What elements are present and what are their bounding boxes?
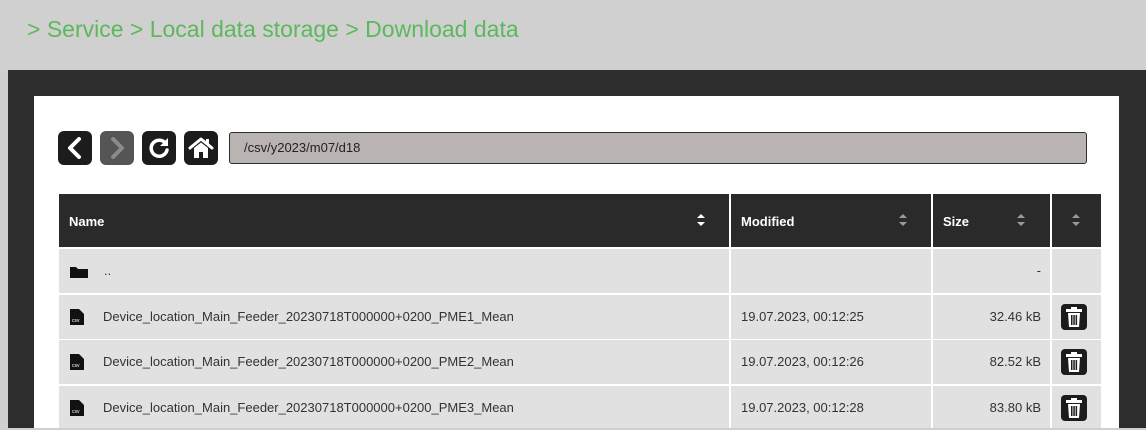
column-header-size[interactable]: Size — [933, 194, 1050, 247]
column-divider — [1050, 340, 1052, 384]
csv-file-icon: csv — [70, 309, 84, 325]
svg-text:csv: csv — [72, 318, 80, 324]
row-size: 83.80 kB — [989, 400, 1041, 415]
svg-text:csv: csv — [72, 409, 80, 415]
trash-icon — [1066, 398, 1082, 418]
column-divider — [1050, 295, 1052, 339]
trash-icon — [1066, 352, 1082, 372]
row-name[interactable]: Device_location_Main_Feeder_20230718T000… — [103, 386, 514, 430]
column-divider — [729, 386, 731, 428]
column-divider — [1050, 249, 1052, 293]
csv-file-icon: csv — [70, 354, 84, 370]
row-name: .. — [104, 263, 112, 278]
top-bar: > Service > Local data storage > Downloa… — [0, 0, 1146, 70]
column-header-actions — [1052, 194, 1101, 247]
sort-icon — [1017, 214, 1025, 226]
trash-icon — [1066, 307, 1082, 327]
breadcrumb: > Service > Local data storage > Downloa… — [27, 16, 519, 42]
column-header-name-label: Name — [69, 214, 105, 229]
table-row[interactable]: csv Device_location_Main_Feeder_20230718… — [59, 386, 1101, 428]
row-modified: 19.07.2023, 00:12:28 — [741, 400, 864, 415]
column-header-name[interactable]: Name — [59, 194, 729, 247]
forward-button[interactable] — [100, 131, 134, 165]
row-size: - — [1036, 263, 1041, 278]
path-input[interactable]: /csv/y2023/m07/d18 — [229, 132, 1087, 164]
back-button[interactable] — [58, 131, 92, 165]
sort-icon — [1072, 214, 1080, 226]
row-modified: 19.07.2023, 00:12:26 — [741, 354, 864, 369]
folder-icon — [70, 267, 88, 278]
column-divider — [1050, 386, 1052, 428]
table-row[interactable]: csv Device_location_Main_Feeder_20230718… — [59, 340, 1101, 384]
row-name[interactable]: Device_location_Main_Feeder_20230718T000… — [103, 295, 514, 339]
delete-button[interactable] — [1061, 349, 1087, 375]
row-size: 82.52 kB — [989, 354, 1041, 369]
column-header-size-label: Size — [943, 214, 970, 229]
chevron-left-icon — [68, 137, 81, 159]
table-row-parent[interactable]: .. - — [59, 249, 1101, 293]
home-button[interactable] — [184, 131, 218, 165]
sort-icon — [697, 214, 705, 226]
table-row[interactable]: csv Device_location_Main_Feeder_20230718… — [59, 295, 1101, 339]
refresh-button[interactable] — [142, 131, 176, 165]
sort-icon — [899, 214, 907, 226]
row-size: 32.46 kB — [989, 309, 1041, 324]
svg-text:csv: csv — [72, 363, 80, 369]
home-icon — [188, 137, 214, 158]
refresh-icon — [149, 138, 169, 158]
column-divider — [729, 340, 731, 384]
column-divider — [729, 295, 731, 339]
column-divider — [729, 249, 731, 293]
column-header-modified-label: Modified — [741, 214, 795, 229]
row-name[interactable]: Device_location_Main_Feeder_20230718T000… — [103, 340, 514, 384]
csv-file-icon: csv — [70, 400, 84, 416]
delete-button[interactable] — [1061, 395, 1087, 421]
delete-button[interactable] — [1061, 304, 1087, 330]
row-modified: 19.07.2023, 00:12:25 — [741, 309, 864, 324]
chevron-right-icon — [111, 137, 124, 159]
column-header-modified[interactable]: Modified — [731, 194, 931, 247]
